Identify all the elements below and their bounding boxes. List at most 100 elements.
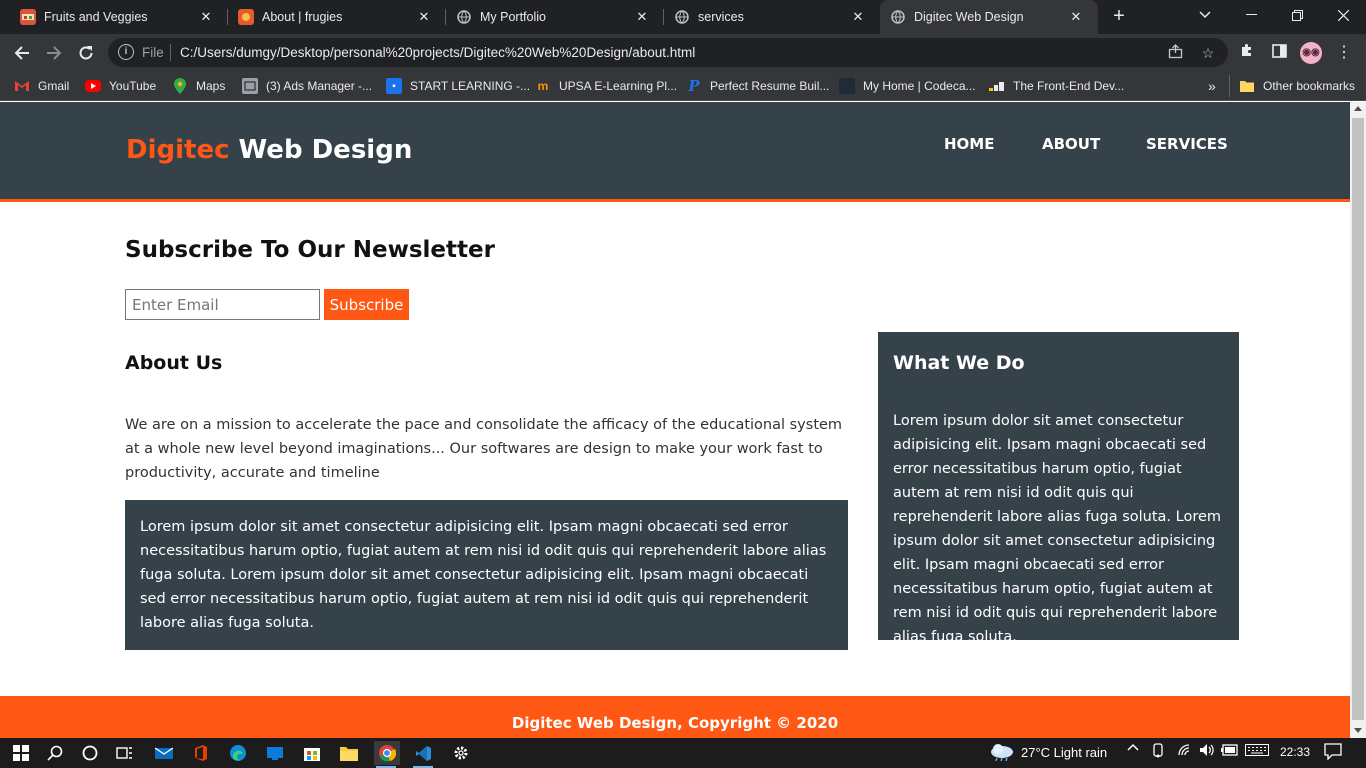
browser-tab[interactable]: Fruits and Veggies ✕ [0, 0, 228, 34]
tab-title: services [698, 10, 744, 24]
wifi-icon[interactable] [1177, 743, 1193, 760]
tray-chevron-up-icon[interactable] [1127, 742, 1139, 757]
back-button[interactable] [9, 40, 35, 66]
browser-toolbar: i File C:/Users/dumgy/Desktop/personal%2… [0, 34, 1366, 71]
mail-app-icon[interactable] [152, 741, 176, 765]
bookmark-label: The Front-End Dev... [1013, 79, 1125, 93]
bookmark-codecademy[interactable]: My Home | Codeca... [839, 76, 976, 96]
scroll-up-icon[interactable] [1354, 106, 1362, 111]
tab-close-icon[interactable]: ✕ [198, 9, 214, 25]
other-bookmarks-folder[interactable]: Other bookmarks [1239, 76, 1355, 96]
search-icon[interactable] [43, 741, 67, 765]
browser-tab[interactable]: services ✕ [664, 0, 880, 34]
bookmark-youtube[interactable]: YouTube [85, 76, 156, 96]
cortana-icon[interactable] [78, 741, 102, 765]
windows-taskbar: 27°C Light rain 22:33 [0, 738, 1366, 768]
nav-about[interactable]: ABOUT [1042, 135, 1100, 153]
brand-rest: Web Design [229, 135, 413, 165]
url-scheme-label: File [142, 45, 164, 60]
weather-cloud-icon[interactable] [989, 743, 1015, 764]
bookmark-start-learning[interactable]: ▪ START LEARNING -... [386, 76, 530, 96]
browser-tab[interactable]: About | frugies ✕ [228, 0, 446, 34]
scroll-down-icon[interactable] [1354, 728, 1362, 733]
bookmark-label: Other bookmarks [1263, 79, 1356, 93]
store-app-icon[interactable] [263, 741, 287, 765]
page-scrollbar[interactable] [1350, 102, 1366, 738]
file-explorer-icon[interactable] [337, 741, 361, 765]
bookmark-upsa[interactable]: m UPSA E-Learning Pl... [535, 76, 677, 96]
vscode-app-icon[interactable] [411, 741, 435, 768]
close-window-button[interactable] [1320, 0, 1366, 30]
device-icon[interactable] [1152, 743, 1164, 762]
youtube-icon [85, 80, 101, 92]
new-tab-button[interactable]: + [1108, 6, 1130, 28]
bookmark-maps[interactable]: Maps [172, 76, 225, 96]
restore-button[interactable] [1274, 0, 1320, 30]
subscribe-button[interactable]: Subscribe [324, 289, 409, 320]
bookmark-gmail[interactable]: Gmail [14, 76, 69, 96]
about-title: About Us [125, 352, 223, 374]
globe-icon [890, 9, 906, 25]
side-panel-icon[interactable] [1269, 43, 1289, 63]
bookmark-label: My Home | Codeca... [863, 79, 976, 93]
sidebar-text: Lorem ipsum dolor sit amet consectetur a… [893, 413, 1222, 645]
bookmark-label: START LEARNING -... [410, 79, 531, 93]
scrollbar-thumb[interactable] [1352, 118, 1364, 720]
bookmark-resume[interactable]: P Perfect Resume Buil... [686, 76, 829, 96]
bookmark-label: UPSA E-Learning Pl... [559, 79, 678, 93]
notifications-icon[interactable] [1324, 743, 1342, 763]
share-icon[interactable] [1166, 44, 1184, 62]
minimize-button[interactable] [1228, 0, 1274, 30]
menu-kebab-icon[interactable]: ⋮ [1334, 43, 1354, 63]
tab-title: Fruits and Veggies [44, 10, 148, 24]
bookmark-frontend[interactable]: The Front-End Dev... [989, 76, 1124, 96]
bookmarks-overflow-button[interactable]: » [1208, 76, 1216, 96]
gmail-icon [14, 78, 30, 94]
edge-app-icon[interactable] [226, 741, 250, 765]
weather-text[interactable]: 27°C Light rain [1021, 745, 1107, 760]
bookmarks-bar: Gmail YouTube Maps (3) Ads Manager -... … [0, 71, 1366, 101]
nav-home[interactable]: HOME [944, 135, 994, 153]
tab-search-icon[interactable] [1182, 0, 1228, 30]
reload-button[interactable] [73, 40, 99, 66]
task-view-icon[interactable] [113, 741, 137, 765]
tab-close-icon[interactable]: ✕ [850, 9, 866, 25]
tab-close-icon[interactable]: ✕ [634, 9, 650, 25]
codecademy-icon [839, 78, 855, 94]
address-bar[interactable]: i File C:/Users/dumgy/Desktop/personal%2… [108, 38, 1228, 67]
battery-icon[interactable] [1221, 744, 1239, 759]
nav-services[interactable]: SERVICES [1146, 135, 1228, 153]
keyboard-icon[interactable] [1245, 744, 1269, 759]
site-footer: Digitec Web Design, Copyright © 2020 [0, 696, 1350, 738]
newsletter-title: Subscribe To Our Newsletter [125, 237, 495, 263]
tab-close-icon[interactable]: ✕ [416, 9, 432, 25]
email-input[interactable] [125, 289, 320, 320]
sidebar-title: What We Do [893, 352, 1025, 374]
about-dark-box: Lorem ipsum dolor sit amet consectetur a… [125, 500, 848, 650]
globe-icon [456, 9, 472, 25]
volume-icon[interactable] [1199, 743, 1215, 760]
url-text[interactable]: C:/Users/dumgy/Desktop/personal%20projec… [180, 45, 695, 60]
clock-time[interactable]: 22:33 [1280, 745, 1310, 759]
tab-title: Digitec Web Design [914, 10, 1024, 24]
office-app-icon[interactable] [189, 741, 213, 765]
browser-tab[interactable]: My Portfolio ✕ [446, 0, 664, 34]
profile-avatar[interactable]: ◉◉ [1300, 42, 1322, 64]
extensions-icon[interactable] [1237, 43, 1257, 63]
bookmark-label: YouTube [109, 79, 157, 93]
site-info-icon[interactable]: i [118, 44, 134, 60]
folder-icon [1239, 78, 1255, 94]
site-logo[interactable]: Digitec Web Design [126, 135, 412, 165]
windows-start-icon[interactable] [9, 741, 33, 765]
frontend-icon [989, 78, 1005, 94]
chrome-app-icon[interactable] [374, 741, 400, 768]
ms-store-icon[interactable] [300, 741, 324, 765]
bookmark-star-icon[interactable]: ☆ [1199, 44, 1217, 62]
settings-gear-icon[interactable] [449, 741, 473, 765]
bookmark-label: Perfect Resume Buil... [710, 79, 830, 93]
forward-button[interactable] [41, 40, 67, 66]
browser-tab-active[interactable]: Digitec Web Design ✕ [880, 0, 1098, 34]
fruit-favicon [20, 9, 36, 25]
bookmark-ads-manager[interactable]: (3) Ads Manager -... [242, 76, 372, 96]
tab-close-icon[interactable]: ✕ [1068, 9, 1084, 25]
